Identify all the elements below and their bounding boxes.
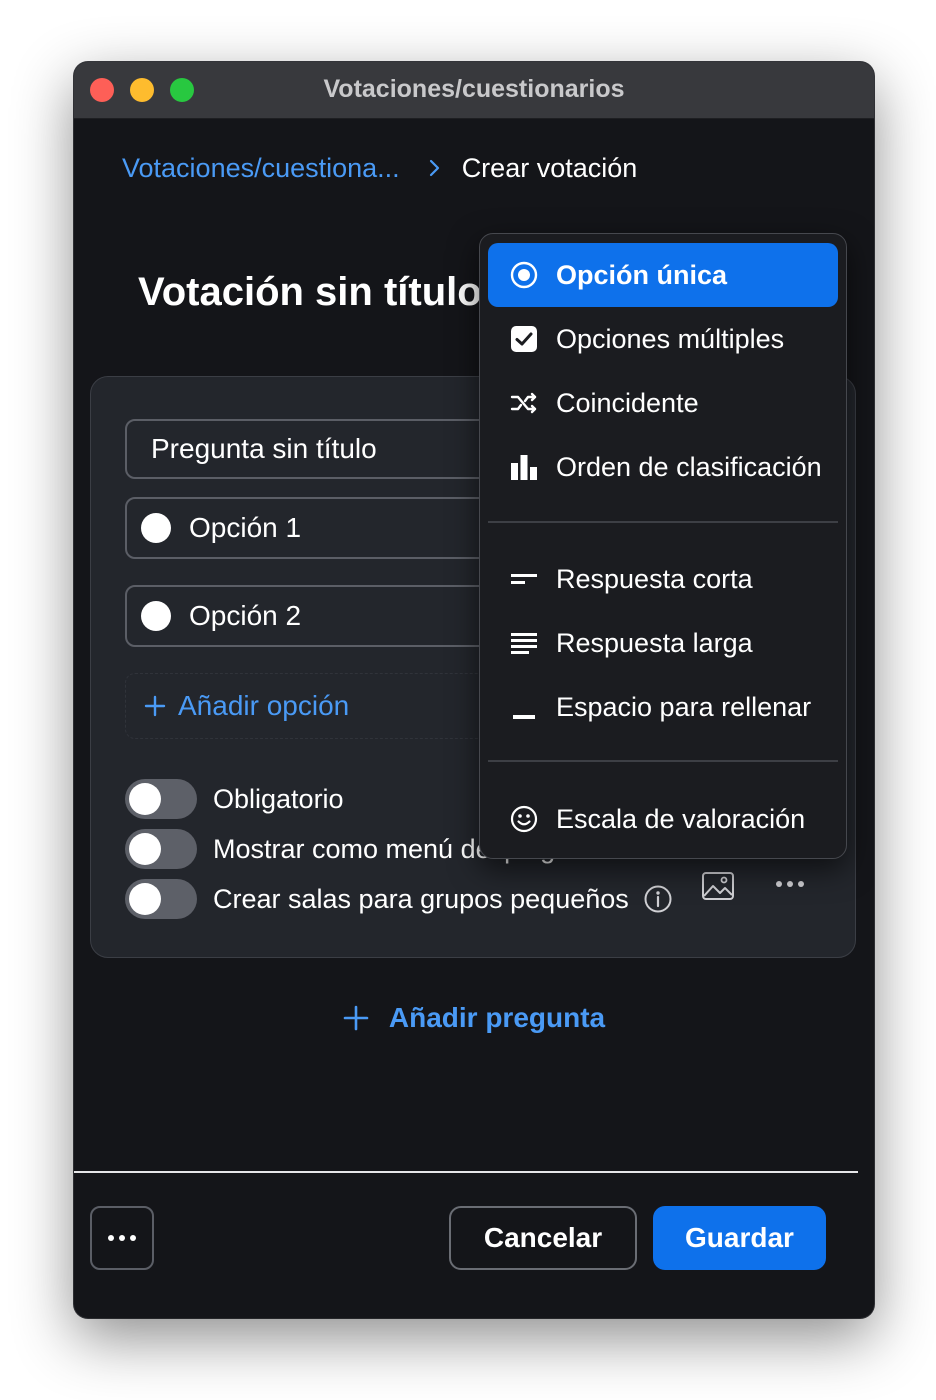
more-actions-button[interactable]: [90, 1206, 154, 1270]
add-option-label: Añadir opción: [178, 690, 350, 721]
window-title: Votaciones/cuestionarios: [323, 75, 625, 103]
shuffle-icon: [508, 387, 540, 419]
more-icon: [108, 1235, 136, 1241]
radio-icon: [141, 513, 171, 543]
menu-item-fill-blank[interactable]: Espacio para rellenar: [488, 675, 838, 739]
toggle-label: Crear salas para grupos pequeños: [213, 883, 629, 914]
plus-icon: [343, 1005, 369, 1031]
menu-item-multiple-choice[interactable]: Opciones múltiples: [488, 307, 838, 371]
menu-item-label: Escala de valoración: [556, 803, 806, 834]
long-answer-icon: [508, 627, 540, 659]
menu-item-short-answer[interactable]: Respuesta corta: [488, 547, 838, 611]
menu-item-label: Espacio para rellenar: [556, 691, 812, 722]
breakout-toggle-row: Crear salas para grupos pequeños: [125, 879, 673, 919]
menu-item-single-choice[interactable]: Opción única: [488, 243, 838, 307]
radio-icon: [141, 601, 171, 631]
option-label: Opción 1: [189, 512, 302, 543]
checkbox-icon: [508, 323, 540, 355]
title-bar: Votaciones/cuestionarios: [74, 62, 874, 119]
fill-blank-icon: [508, 691, 540, 723]
footer-divider: [74, 1171, 858, 1173]
menu-item-long-answer[interactable]: Respuesta larga: [488, 611, 838, 675]
more-options-icon[interactable]: [775, 879, 805, 889]
menu-item-matching[interactable]: Coincidente: [488, 371, 838, 435]
chevron-right-icon: [428, 158, 442, 178]
option-label: Opción 2: [189, 600, 302, 631]
cancel-button[interactable]: Cancelar: [449, 1206, 637, 1270]
question-type-menu: Opción única Opciones múltiples Coincide…: [479, 233, 847, 859]
menu-divider: [488, 521, 838, 523]
menu-item-label: Opciones múltiples: [556, 323, 785, 354]
menu-item-rank-order[interactable]: Orden de clasificación: [488, 435, 838, 499]
image-icon[interactable]: [701, 871, 735, 901]
breadcrumb-current: Crear votación: [461, 152, 638, 183]
menu-item-label: Respuesta larga: [556, 627, 753, 658]
menu-item-rating-scale[interactable]: Escala de valoración: [488, 787, 838, 851]
menu-item-label: Opción única: [556, 259, 728, 290]
add-question-label: Añadir pregunta: [388, 1002, 606, 1033]
radio-icon: [508, 259, 540, 291]
smiley-icon: [508, 803, 540, 835]
poll-window: Votaciones/cuestionarios Votaciones/cues…: [74, 62, 874, 1318]
breadcrumb: Votaciones/cuestiona... Crear votación: [122, 150, 637, 186]
menu-divider: [488, 760, 838, 762]
short-answer-icon: [508, 563, 540, 595]
toggle-label: Obligatorio: [213, 783, 344, 814]
menu-item-label: Respuesta corta: [556, 563, 753, 594]
menu-item-label: Orden de clasificación: [556, 451, 822, 482]
menu-item-label: Coincidente: [556, 387, 699, 418]
required-toggle-row: Obligatorio: [125, 779, 344, 819]
bar-chart-icon: [508, 451, 540, 483]
plus-icon: [144, 695, 166, 717]
breadcrumb-parent-link[interactable]: Votaciones/cuestiona...: [122, 153, 400, 184]
add-question-button[interactable]: Añadir pregunta: [74, 1002, 874, 1034]
required-toggle[interactable]: [125, 779, 197, 819]
breakout-rooms-toggle[interactable]: [125, 879, 197, 919]
save-button[interactable]: Guardar: [653, 1206, 826, 1270]
info-icon[interactable]: [643, 884, 673, 914]
show-as-dropdown-toggle[interactable]: [125, 829, 197, 869]
